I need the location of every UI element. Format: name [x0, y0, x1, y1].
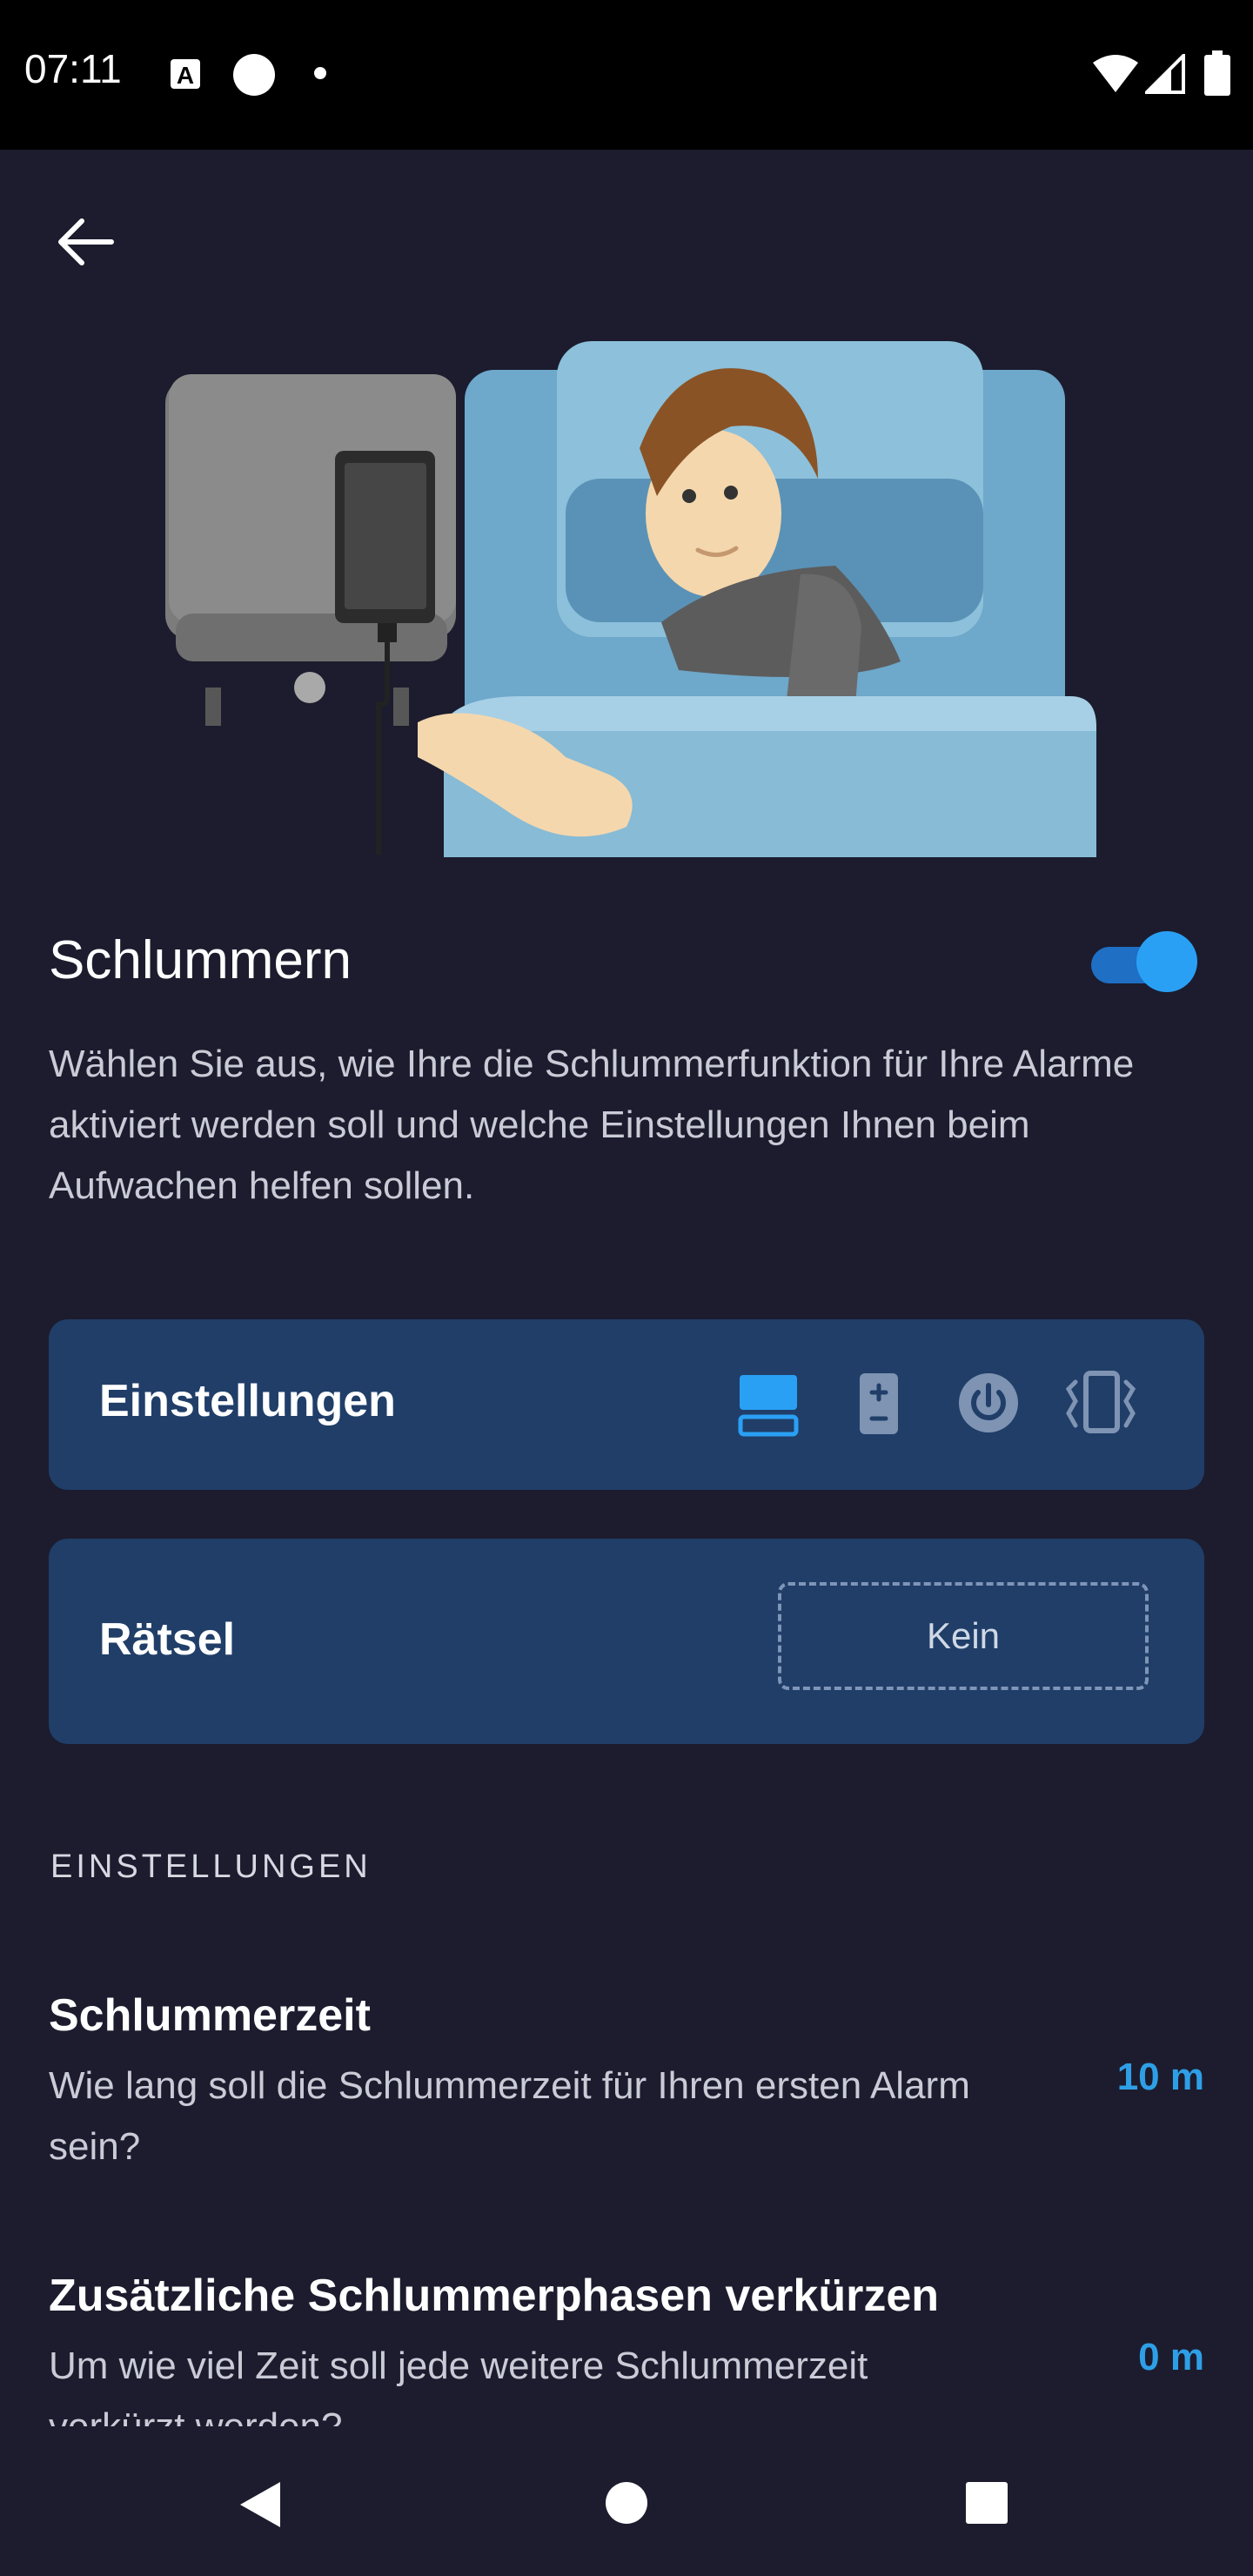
a-font-icon: A	[171, 59, 200, 89]
snooze-toggle[interactable]	[1091, 931, 1197, 994]
shake-icon[interactable]	[1063, 1370, 1136, 1440]
toggle-thumb	[1136, 931, 1197, 992]
screen-button-icon[interactable]	[736, 1372, 801, 1446]
setting-title: Zusätzliche Schlummerphasen verkürzen	[49, 2271, 940, 2321]
back-triangle-icon[interactable]	[237, 2479, 284, 2531]
setting-title: Schlummerzeit	[49, 1990, 371, 2041]
puzzle-card-label: Rätsel	[99, 1614, 236, 1665]
setting-description: Wie lang soll die Schlummerzeit für Ihre…	[49, 2064, 970, 2168]
home-circle-icon[interactable]	[604, 2480, 649, 2526]
section-header: EINSTELLUNGEN	[50, 1848, 372, 1885]
setting-value: 0 m	[1138, 2336, 1204, 2378]
navigation-bar	[0, 2426, 1253, 2576]
setting-description: Um wie viel Zeit soll jede weitere Schlu…	[49, 2345, 868, 2426]
status-time: 07:11	[24, 46, 122, 91]
circle-icon	[233, 54, 275, 96]
signal-icon	[1145, 54, 1185, 94]
setting-value: 10 m	[1116, 2056, 1204, 2098]
volume-button-icon[interactable]	[856, 1372, 901, 1440]
sleeping-person-illustration	[165, 341, 1096, 857]
status-bar: 07:11 A	[0, 0, 1253, 150]
settings-card[interactable]: Einstellungen	[49, 1319, 1204, 1490]
wifi-icon	[1093, 55, 1138, 92]
battery-icon	[1204, 50, 1230, 96]
recents-square-icon[interactable]	[964, 2480, 1009, 2526]
power-button-icon[interactable]	[955, 1370, 1022, 1440]
puzzle-value-button[interactable]: Kein	[778, 1582, 1149, 1690]
dot-icon	[314, 67, 326, 79]
arrow-left-icon	[58, 218, 114, 265]
settings-card-label: Einstellungen	[99, 1376, 396, 1426]
snooze-title: Schlummern	[49, 930, 352, 990]
back-button[interactable]	[45, 200, 129, 284]
svg-text:A: A	[177, 62, 194, 89]
puzzle-card[interactable]: Rätsel Kein	[49, 1539, 1204, 1744]
shorten-snooze-item[interactable]: Zusätzliche Schlummerphasen verkürzen Um…	[0, 2228, 1253, 2426]
snooze-description: Wählen Sie aus, wie Ihre die Schlummerfu…	[49, 1043, 1135, 1207]
